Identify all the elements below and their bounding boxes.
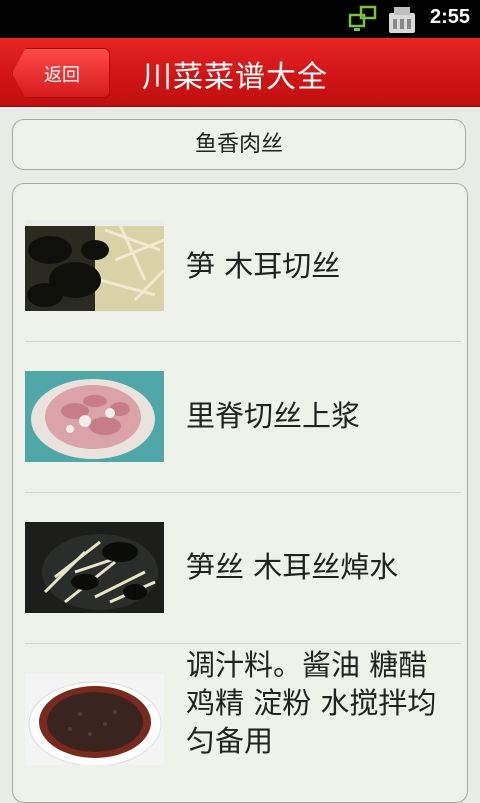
step-image xyxy=(25,371,164,462)
step-text: 调汁料。酱油 糖醋 鸡精 淀粉 水搅拌均匀备用 xyxy=(186,648,437,758)
steps-list[interactable]: 笋 木耳切丝 里脊切丝上浆 笋丝 木耳丝焯水 调汁料。酱油 糖醋 鸡精 淀粉 水… xyxy=(12,183,468,803)
list-item[interactable]: 里脊切丝上浆 xyxy=(13,342,467,492)
sd-card-icon xyxy=(389,7,415,33)
network-sync-icon xyxy=(348,5,377,31)
dish-name: 鱼香肉丝 xyxy=(194,132,283,157)
page-title: 川菜菜谱大全 xyxy=(142,60,328,95)
step-text: 笋 木耳切丝 xyxy=(186,249,341,283)
list-item[interactable]: 笋丝 木耳丝焯水 xyxy=(13,493,467,643)
step-text: 笋丝 木耳丝焯水 xyxy=(186,550,399,584)
dish-name-box: 鱼香肉丝 xyxy=(12,119,466,170)
status-bar: 2:55 xyxy=(0,0,480,38)
step-image xyxy=(25,674,164,765)
step-image xyxy=(25,522,164,613)
title-bar: 返回 川菜菜谱大全 xyxy=(0,38,480,107)
step-text: 里脊切丝上浆 xyxy=(186,399,361,433)
back-button-label: 返回 xyxy=(44,65,80,86)
list-item[interactable]: 笋 木耳切丝 xyxy=(13,184,467,340)
clock: 2:55 xyxy=(429,6,470,28)
list-item[interactable]: 调汁料。酱油 糖醋 鸡精 淀粉 水搅拌均匀备用 xyxy=(13,644,467,802)
back-button[interactable]: 返回 xyxy=(12,48,110,98)
step-image xyxy=(25,220,164,311)
